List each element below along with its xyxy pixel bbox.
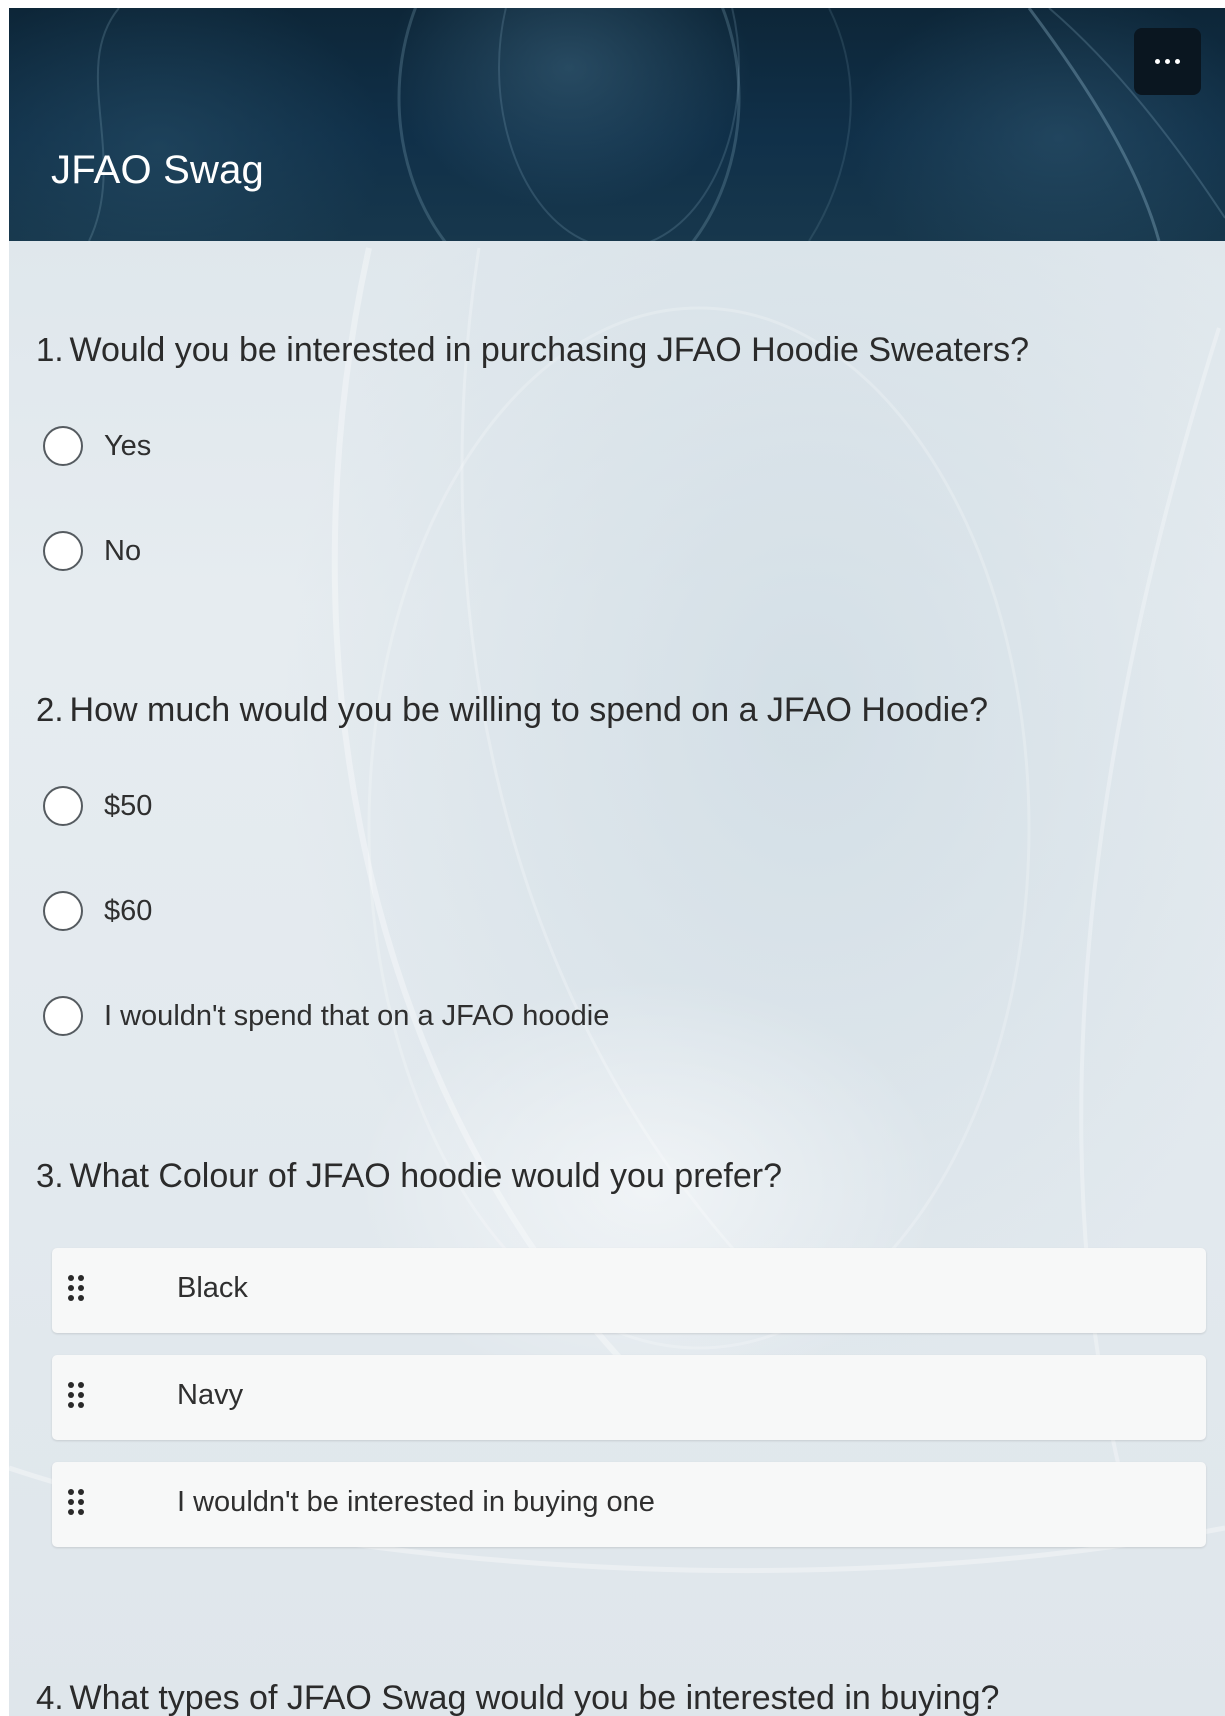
radio-button[interactable] [43, 786, 83, 826]
option-label: I wouldn't spend that on a JFAO hoodie [104, 999, 610, 1032]
radio-option[interactable]: $50 [43, 783, 152, 829]
question-text: What Colour of JFAO hoodie would you pre… [69, 1157, 783, 1195]
form-title: JFAO Swag [51, 148, 264, 192]
background-swirl [9, 247, 1225, 1574]
question-number: 1. [36, 331, 64, 368]
radio-option[interactable]: No [43, 528, 141, 574]
ranking-item[interactable]: I wouldn't be interested in buying one [52, 1462, 1206, 1547]
radio-option[interactable]: Yes [43, 423, 151, 469]
more-horizontal-icon [1175, 59, 1180, 64]
more-options-button[interactable] [1134, 28, 1201, 95]
radio-button[interactable] [43, 996, 83, 1036]
question-text: Would you be interested in purchasing JF… [69, 331, 1030, 369]
option-label: Yes [104, 429, 152, 462]
question-number: 4. [36, 1679, 64, 1716]
ranking-item-label: Black [177, 1272, 248, 1304]
radio-button[interactable] [43, 531, 83, 571]
header-background-art [88, 8, 1225, 241]
ranking-item[interactable]: Navy [52, 1355, 1206, 1440]
drag-handle-icon[interactable] [68, 1489, 88, 1523]
question-title: 3. What Colour of JFAO hoodie would you p… [36, 1156, 1206, 1196]
question-title: 2. How much would you be willing to spend… [36, 690, 1206, 730]
question-text: How much would you be willing to spend o… [69, 691, 989, 729]
drag-handle-icon[interactable] [68, 1382, 88, 1416]
question-2: 2. How much would you be willing to spend… [36, 690, 1206, 1036]
radio-button[interactable] [43, 426, 83, 466]
question-3: 3. What Colour of JFAO hoodie would you p… [36, 1156, 1206, 1547]
ranking-item-label: I wouldn't be interested in buying one [177, 1486, 655, 1518]
question-title: 1. Would you be interested in purchasing … [36, 330, 1206, 370]
question-number: 3. [36, 1157, 64, 1194]
question-number: 2. [36, 691, 64, 728]
ranking-item[interactable]: Black [52, 1248, 1206, 1333]
radio-option[interactable]: $60 [43, 888, 152, 934]
radio-button[interactable] [43, 891, 83, 931]
drag-handle-icon[interactable] [68, 1275, 88, 1309]
question-title: 4. What types of JFAO Swag would you be i… [36, 1678, 1206, 1716]
question-text: What types of JFAO Swag would you be int… [69, 1679, 1000, 1716]
option-label: No [104, 534, 142, 567]
more-horizontal-icon [1165, 59, 1170, 64]
more-horizontal-icon [1155, 59, 1160, 64]
form-page: JFAO Swag 1. Would you be interested in p… [9, 8, 1225, 1716]
radio-option[interactable]: I wouldn't spend that on a JFAO hoodie [43, 993, 609, 1039]
question-1: 1. Would you be interested in purchasing … [36, 330, 1206, 571]
ranking-item-label: Navy [177, 1379, 244, 1411]
option-label: $60 [104, 894, 153, 927]
form-header: JFAO Swag [9, 8, 1225, 241]
option-label: $50 [104, 789, 153, 822]
question-4: 4. What types of JFAO Swag would you be i… [36, 1678, 1206, 1716]
